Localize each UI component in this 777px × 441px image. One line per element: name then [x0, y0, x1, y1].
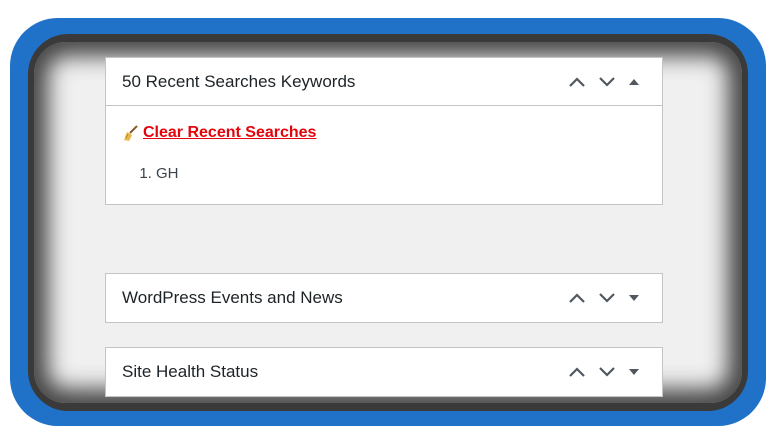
chevron-down-icon: [599, 293, 615, 303]
list-item: GH: [156, 164, 646, 184]
clear-recent-searches-link[interactable]: Clear Recent Searches: [143, 124, 316, 142]
widget-title: 50 Recent Searches Keywords: [122, 71, 356, 91]
screenshot-vignette: 50 Recent Searches Keywords Clear Recent…: [28, 34, 748, 411]
move-down-button[interactable]: [592, 283, 622, 313]
move-down-button[interactable]: [592, 67, 622, 97]
chevron-up-icon: [569, 367, 585, 377]
widget-recent-searches: 50 Recent Searches Keywords Clear Recent…: [105, 57, 663, 205]
keyword-list: GH: [122, 164, 646, 184]
move-up-button[interactable]: [562, 283, 592, 313]
widget-header[interactable]: Site Health Status: [106, 348, 662, 396]
widget-body: Clear Recent Searches GH: [106, 106, 662, 204]
widget-header[interactable]: WordPress Events and News: [106, 274, 662, 322]
widget-header[interactable]: 50 Recent Searches Keywords: [106, 58, 662, 106]
chevron-up-icon: [569, 76, 585, 87]
widget-title: Site Health Status: [122, 362, 259, 381]
triangle-up-icon: [629, 78, 639, 85]
move-up-button[interactable]: [562, 67, 592, 97]
move-down-button[interactable]: [592, 357, 622, 387]
chevron-down-icon: [599, 367, 615, 377]
clear-row: Clear Recent Searches: [122, 124, 646, 142]
move-up-button[interactable]: [562, 357, 592, 387]
toggle-panel-button[interactable]: [622, 67, 646, 97]
triangle-down-icon: [629, 295, 639, 301]
toggle-panel-button[interactable]: [622, 283, 646, 313]
chevron-up-icon: [569, 293, 585, 303]
triangle-down-icon: [629, 369, 639, 375]
toggle-panel-button[interactable]: [622, 357, 646, 387]
widget-events-news: WordPress Events and News: [105, 273, 663, 323]
widget-title: WordPress Events and News: [122, 288, 343, 307]
dashboard-area: 50 Recent Searches Keywords Clear Recent…: [34, 42, 742, 403]
widget-site-health: Site Health Status: [105, 347, 663, 397]
chevron-down-icon: [599, 76, 615, 87]
broom-icon: [124, 125, 138, 141]
